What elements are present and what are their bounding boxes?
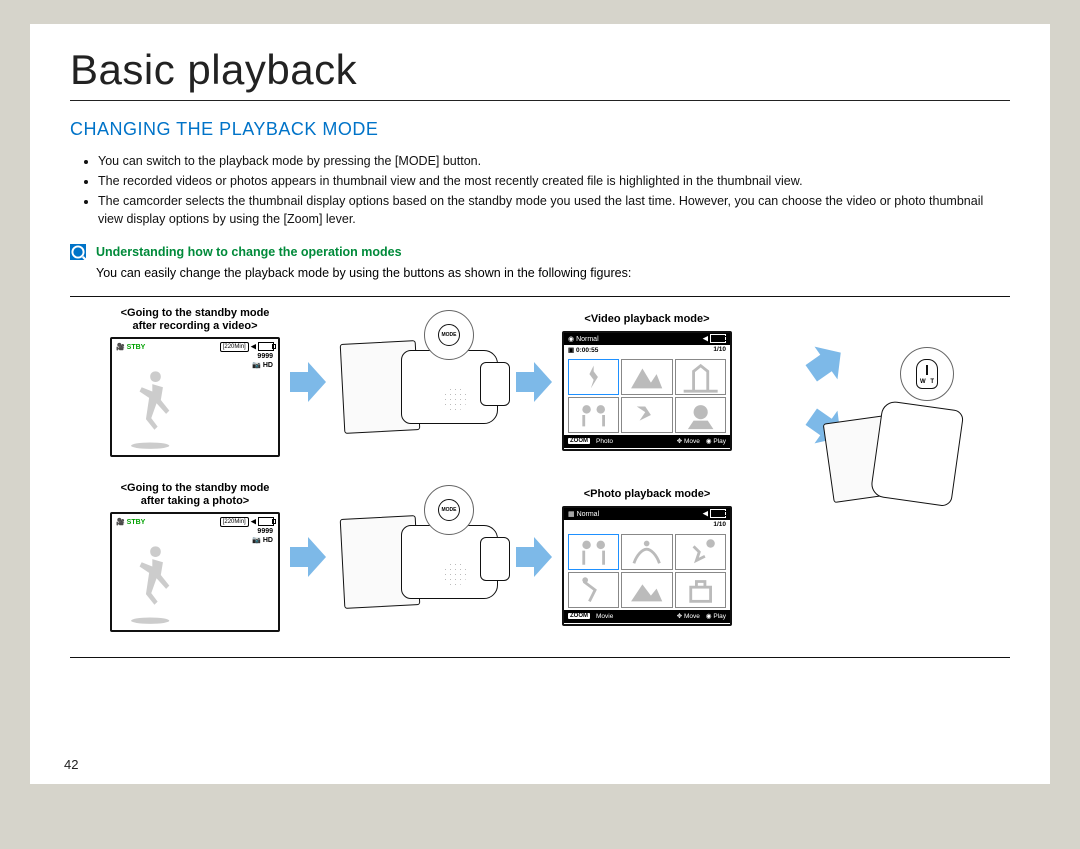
photo-playback-label: <Photo playback mode> [562,488,732,501]
standby-video-label: <Going to the standby mode after recordi… [110,307,280,333]
quality-badge: HD [263,537,273,544]
manual-page: Basic playback CHANGING THE PLAYBACK MOD… [30,24,1050,784]
section-heading: CHANGING THE PLAYBACK MODE [70,119,1010,140]
zoom-lever[interactable]: W T [916,359,938,389]
normal-label: Normal [576,336,599,343]
thumbnail[interactable] [568,397,619,433]
thumbnail[interactable] [675,534,726,570]
skateboarder-icon [128,541,183,626]
bullet-item: The camcorder selects the thumbnail disp… [98,192,1010,228]
mode-button[interactable]: MODE [438,324,460,346]
zoom-t-label: T [930,379,934,385]
standby-video-screen: 🎥 STBY [220Min] ◀ 9999 📷 HD [110,337,280,457]
play-label: Play [713,438,726,445]
zoom-tag: ZOOM [568,613,590,619]
standby-photo-screen: 🎥 STBY [220Min] ◀ 9999 📷 HD [110,512,280,632]
mode-button[interactable]: MODE [438,499,460,521]
arrow-right-icon [288,360,328,404]
note-subheading: Understanding how to change the operatio… [96,243,1010,261]
note-body-text: You can easily change the playback mode … [96,264,1010,282]
zoom-target: Movie [596,613,613,620]
diagram-row-photo: <Going to the standby mode after taking … [110,482,732,632]
thumb-counter: 1/10 [713,521,726,531]
diagram-row-video: <Going to the standby mode after recordi… [110,307,732,457]
thumbnail[interactable] [675,397,726,433]
thumbnail-selected[interactable] [568,359,619,395]
camcorder-illustration: MODE [336,322,506,442]
stby-indicator: STBY [127,519,146,526]
zoom-target: Photo [596,438,613,445]
page-title: Basic playback [70,46,1010,101]
time-remaining: [220Min] [220,342,249,352]
zoom-w-label: W [920,379,926,385]
normal-label: Normal [577,511,600,518]
stby-indicator: STBY [127,344,146,351]
thumbnail[interactable] [621,397,672,433]
timecode: 0:00:55 [576,347,598,354]
arrow-right-icon [288,535,328,579]
quality-badge: HD [263,362,273,369]
move-label: Move [684,438,700,445]
bullet-item: You can switch to the playback mode by p… [98,152,1010,170]
note-block: Understanding how to change the operatio… [70,243,1010,282]
thumb-counter: 1/10 [713,346,726,356]
info-icon [70,244,86,260]
photo-playback-screen: ▦ Normal ◀ 1/10 [562,506,732,626]
arrow-right-icon [514,360,554,404]
thumbnail-selected[interactable] [568,534,619,570]
mode-button-callout: MODE [424,485,474,535]
play-label: Play [713,613,726,620]
move-label: Move [684,613,700,620]
time-remaining: [220Min] [220,517,249,527]
skateboarder-icon [128,366,183,451]
thumbnail[interactable] [621,359,672,395]
zoom-lever-diagram: W T [818,349,970,629]
zoom-lever-callout: W T [900,347,954,401]
thumbnail[interactable] [675,572,726,608]
photo-count: 9999 [252,352,273,361]
photo-count: 9999 [252,527,273,536]
bullet-list: You can switch to the playback mode by p… [70,152,1010,229]
zoom-tag: ZOOM [568,438,590,444]
arrow-right-icon [514,535,554,579]
camcorder-illustration: MODE [336,497,506,617]
diagram-area: <Going to the standby mode after recordi… [70,296,1010,658]
page-number: 42 [64,757,78,772]
thumbnail[interactable] [621,572,672,608]
thumbnail[interactable] [568,572,619,608]
mode-button-callout: MODE [424,310,474,360]
video-playback-screen: ◉ Normal ◀ ▣ 0:00:55 1/10 [562,331,732,451]
thumbnail[interactable] [621,534,672,570]
standby-photo-label: <Going to the standby mode after taking … [110,482,280,508]
bullet-item: The recorded videos or photos appears in… [98,172,1010,190]
video-playback-label: <Video playback mode> [562,313,732,326]
thumbnail[interactable] [675,359,726,395]
